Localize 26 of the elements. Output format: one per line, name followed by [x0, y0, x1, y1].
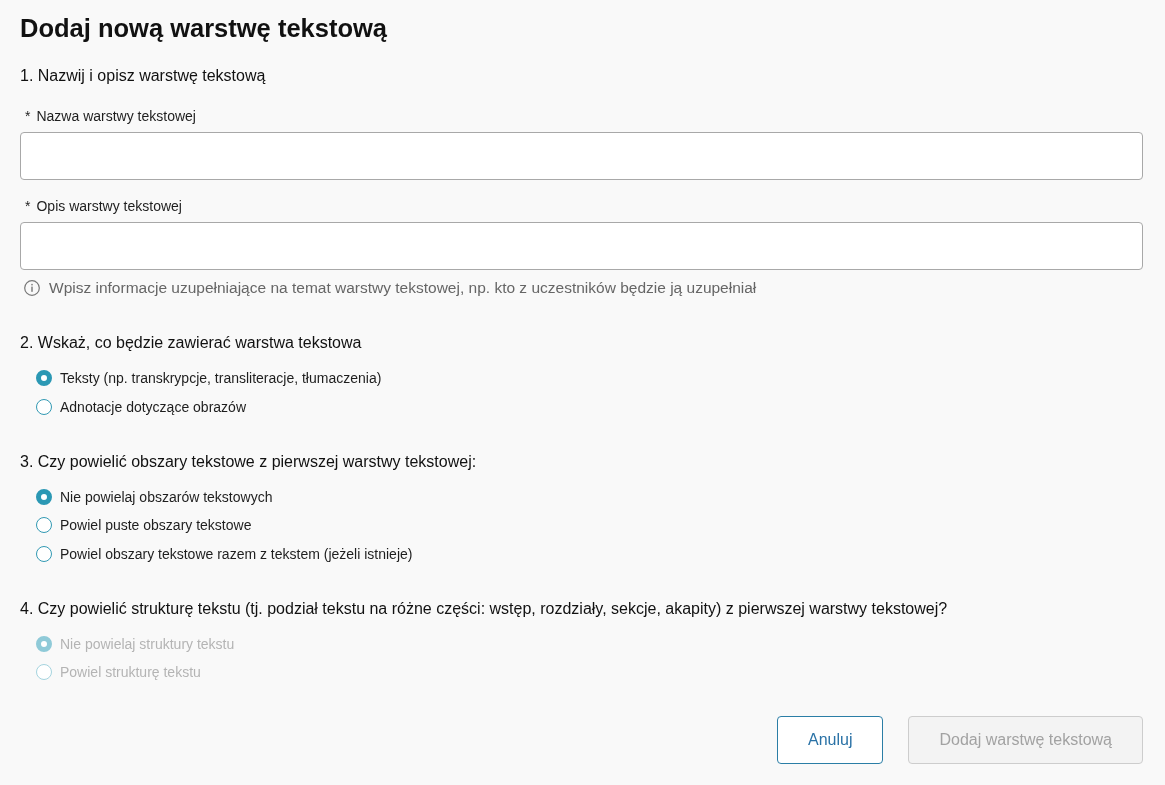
- section-heading: 3. Czy powielić obszary tekstowe z pierwszej warstwy tekstowej:: [20, 451, 478, 472]
- radio-label: Powiel strukturę tekstu: [60, 663, 201, 682]
- field-label: Opis warstwy tekstowej: [36, 197, 182, 215]
- hint-text: Wpisz informacje uzupełniające na temat warstwy tekstowej, np. kto z uczestników będzie ją uzupełniał: [49, 278, 757, 298]
- section-heading: 1. Nazwij i opisz warstwę tekstową: [20, 66, 267, 86]
- page-title: Dodaj nową warstwę tekstową: [20, 13, 388, 44]
- radio-label: Powiel obszary tekstowe razem z tekstem (jeżeli istnieje): [60, 544, 413, 564]
- radio-button[interactable]: [36, 517, 52, 533]
- radio-label: Teksty (np. transkrypcje, transliteracje, tłumaczenia): [60, 369, 382, 388]
- section-heading: 2. Wskaż, co będzie zawierać warstwa tekstowa: [20, 333, 363, 353]
- required-mark: *: [25, 107, 31, 125]
- radio-button[interactable]: [36, 398, 52, 415]
- radio-label: Powiel puste obszary tekstowe: [60, 516, 252, 535]
- radio-button[interactable]: [36, 370, 52, 386]
- radio-label: Nie powielaj struktury tekstu: [60, 634, 235, 654]
- radio-label: Nie powielaj obszarów tekstowych: [60, 487, 273, 507]
- info-icon: [24, 280, 40, 296]
- text-input[interactable]: [20, 132, 1143, 180]
- radio-button[interactable]: [36, 488, 52, 505]
- required-mark: *: [25, 197, 31, 215]
- text-input[interactable]: [20, 222, 1143, 270]
- field-label: Nazwa warstwy tekstowej: [36, 107, 196, 125]
- cancel-button[interactable]: Anuluj: [777, 716, 884, 764]
- radio-label: Adnotacje dotyczące obrazów: [60, 397, 246, 417]
- radio-button[interactable]: [36, 545, 52, 562]
- section-heading: 4. Czy powielić strukturę tekstu (tj. podział tekstu na różne części: wstęp, rozdziały, sekcje, akapity) z pierwszej warstwy tekstowej?: [20, 598, 949, 619]
